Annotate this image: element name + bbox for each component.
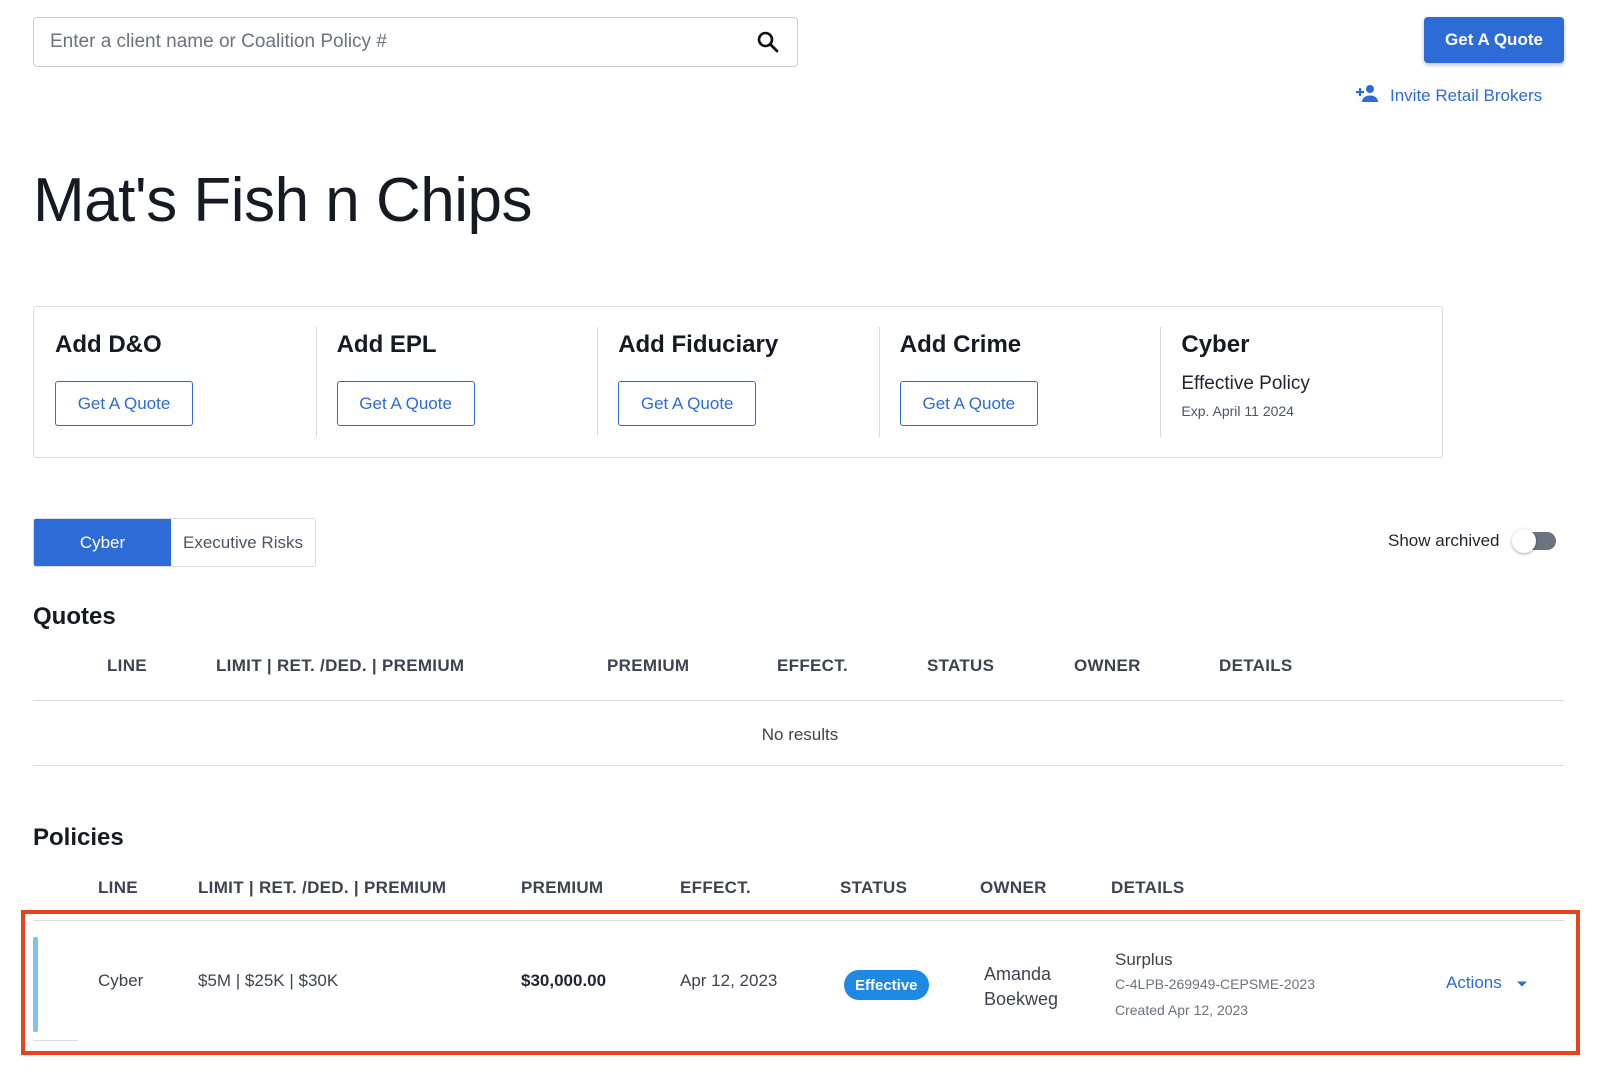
product-title: Add Fiduciary <box>618 331 779 358</box>
invite-label: Invite Retail Brokers <box>1390 85 1543 105</box>
client-page: Get A Quote Invite Retail Brokers Mat's … <box>0 0 1600 1082</box>
crime-get-a-quote-button[interactable]: Get A Quote <box>899 381 1038 426</box>
policies-col-owner: OWNER <box>980 878 1047 897</box>
quotes-empty-state: No results <box>761 725 839 744</box>
show-archived-toggle[interactable] <box>1511 529 1556 553</box>
cyber-policy-expiry: Exp. April 11 2024 <box>1181 403 1294 419</box>
fiduciary-get-a-quote-button[interactable]: Get A Quote <box>618 381 757 426</box>
quotes-col-premium: PREMIUM <box>607 656 690 675</box>
policies-col-details: DETAILS <box>1111 878 1185 897</box>
cyber-policy-status: Effective Policy <box>1181 373 1310 394</box>
invite-retail-brokers-link[interactable]: Invite Retail Brokers <box>1356 84 1542 107</box>
quotes-col-effect: EFFECT. <box>777 656 849 675</box>
product-cyber: Cyber Effective Policy Exp. April 11 202… <box>1160 307 1442 457</box>
line-tabs: Cyber Executive Risks <box>33 518 316 567</box>
divider <box>33 765 1564 766</box>
quotes-col-status: STATUS <box>927 656 995 675</box>
product-crime: Add Crime Get A Quote <box>878 307 1161 457</box>
tab-cyber[interactable]: Cyber <box>34 519 171 566</box>
policies-col-effect: EFFECT. <box>680 878 752 897</box>
product-title: Cyber <box>1181 331 1250 358</box>
product-title: Add EPL <box>336 331 437 358</box>
toggle-knob <box>1511 529 1536 553</box>
epl-get-a-quote-button[interactable]: Get A Quote <box>336 381 475 426</box>
divider <box>33 700 1564 701</box>
search-icon[interactable] <box>755 29 781 55</box>
quotes-col-limit: LIMIT | RET. /DED. | PREMIUM <box>216 656 465 675</box>
quotes-col-details: DETAILS <box>1219 656 1293 675</box>
highlight-box <box>21 910 1580 1055</box>
policies-col-line: LINE <box>98 878 138 897</box>
product-title: Add Crime <box>899 331 1022 358</box>
product-lines-card: Add D&O Get A Quote Add EPL Get A Quote … <box>33 306 1443 458</box>
do-get-a-quote-button[interactable]: Get A Quote <box>55 381 193 426</box>
product-do: Add D&O Get A Quote <box>34 307 316 457</box>
policies-title: Policies <box>33 824 124 851</box>
quotes-title: Quotes <box>33 603 116 630</box>
policies-col-status: STATUS <box>840 878 908 897</box>
policies-col-premium: PREMIUM <box>521 878 604 897</box>
show-archived-label: Show archived <box>1388 531 1500 550</box>
product-title: Add D&O <box>55 331 162 358</box>
quotes-col-line: LINE <box>107 656 147 675</box>
search-input[interactable] <box>50 31 755 53</box>
quotes-col-owner: OWNER <box>1074 656 1141 675</box>
get-a-quote-button[interactable]: Get A Quote <box>1424 17 1564 63</box>
product-epl: Add EPL Get A Quote <box>315 307 598 457</box>
client-name-title: Mat's Fish n Chips <box>33 166 533 235</box>
product-fiduciary: Add Fiduciary Get A Quote <box>597 307 879 457</box>
client-search-box[interactable] <box>33 17 798 67</box>
tab-executive-risks[interactable]: Executive Risks <box>171 519 315 566</box>
show-archived-control: Show archived <box>1388 529 1556 553</box>
policies-col-limit: LIMIT | RET. /DED. | PREMIUM <box>198 878 447 897</box>
add-person-icon <box>1356 84 1380 107</box>
